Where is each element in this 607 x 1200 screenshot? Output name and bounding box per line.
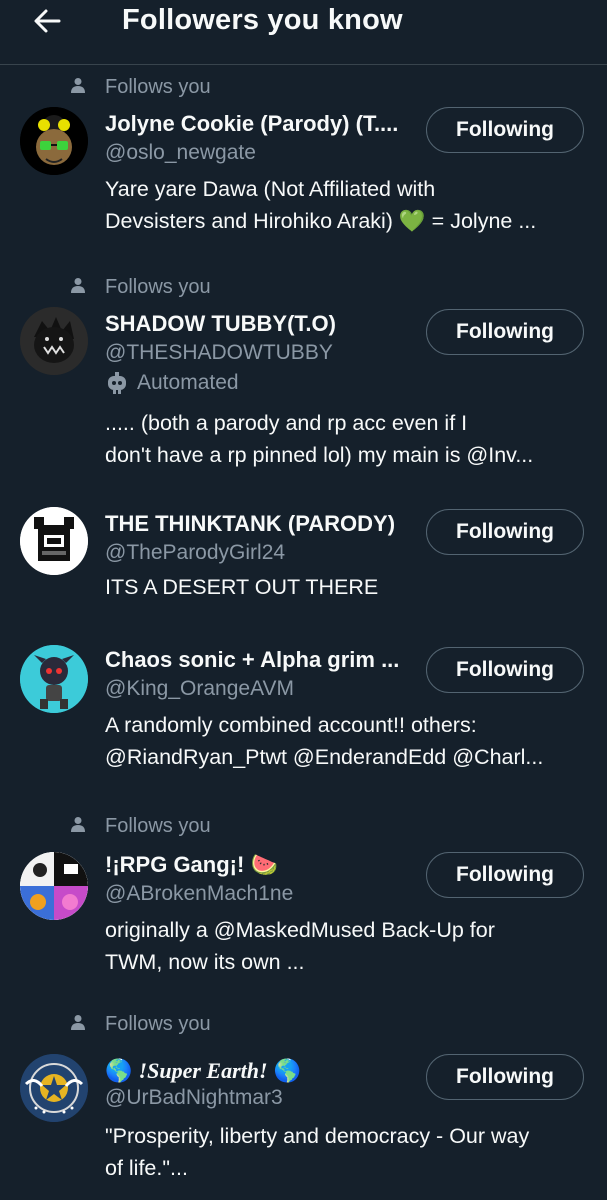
user-cell[interactable]: Follows you 🌎 !Super Earth! 🌎 @UrBadNigh… [0, 1002, 607, 1180]
username: @THESHADOWTUBBY [105, 341, 333, 364]
follows-you-row: Follows you [0, 265, 607, 298]
person-icon [71, 817, 85, 832]
display-name[interactable]: THE THINKTANK (PARODY) [105, 509, 417, 539]
robot-icon [108, 372, 126, 394]
person-icon [71, 1015, 85, 1030]
back-button[interactable] [30, 4, 64, 38]
user-cell[interactable]: Follows you !¡RPG Gang¡! 🍉 @ABrokenMach1… [0, 804, 607, 1002]
display-name-text: !Super Earth! [138, 1058, 268, 1083]
globe-icon: 🌎 [105, 1059, 133, 1084]
watermelon-icon: 🍉 [250, 853, 278, 878]
bio-line: ..... (both a parody and rp acc even if … [105, 411, 468, 435]
following-button[interactable]: Following [426, 1054, 584, 1100]
follows-you-label: Follows you [105, 276, 211, 298]
person-icon [71, 78, 85, 93]
bio: ..... (both a parody and rp acc even if … [105, 407, 587, 471]
page-title: Followers you know [122, 4, 403, 36]
automated-text: Automated [137, 371, 239, 394]
globe-icon: 🌎 [273, 1059, 302, 1084]
follows-you-label: Follows you [105, 815, 211, 837]
bio: A randomly combined account!! others: @R… [105, 709, 587, 773]
following-button[interactable]: Following [426, 647, 584, 693]
following-button[interactable]: Following [426, 852, 584, 898]
bio: originally a @MaskedMused Back-Up for TW… [105, 914, 587, 978]
avatar[interactable] [20, 852, 88, 920]
bio-line: "Prosperity, liberty and democracy - Our… [105, 1124, 530, 1148]
bio-line: don't have a rp pinned lol) my main is @… [105, 443, 534, 467]
username: @King_OrangeAVM [105, 677, 295, 700]
follows-you-label: Follows you [105, 1013, 211, 1035]
bio-line: ITS A DESERT OUT THERE [105, 575, 379, 599]
username: @oslo_newgate [105, 141, 256, 164]
bio: "Prosperity, liberty and democracy - Our… [105, 1120, 587, 1184]
top-bar: Followers you know [0, 0, 607, 65]
following-button[interactable]: Following [426, 309, 584, 355]
follows-you-label: Follows you [105, 76, 211, 98]
avatar[interactable] [20, 645, 88, 713]
user-cell[interactable]: Chaos sonic + Alpha grim ... @King_Orang… [0, 633, 607, 804]
user-cell[interactable]: THE THINKTANK (PARODY) @TheParodyGirl24 … [0, 495, 607, 633]
following-button[interactable]: Following [426, 107, 584, 153]
avatar[interactable] [20, 107, 88, 175]
display-name[interactable]: SHADOW TUBBY(T.O) [105, 309, 417, 339]
follows-you-row: Follows you [0, 1002, 607, 1035]
username: @TheParodyGirl24 [105, 541, 286, 564]
bio: Yare yare Dawa (Not Affiliated with Devs… [105, 173, 587, 237]
bio-line: of life."... [105, 1156, 188, 1180]
bio-line: Devsisters and Hirohiko Araki) 💚 = Jolyn… [105, 209, 537, 233]
automated-label: Automated [105, 369, 239, 397]
display-name[interactable]: 🌎 !Super Earth! 🌎 [105, 1056, 417, 1087]
display-name[interactable]: !¡RPG Gang¡! 🍉 [105, 850, 417, 881]
user-cell[interactable]: Follows you SHADOW TUBBY(T.O) @THESHADOW… [0, 265, 607, 495]
avatar[interactable] [20, 307, 88, 375]
avatar[interactable] [20, 1054, 88, 1122]
follows-you-row: Follows you [0, 804, 607, 837]
display-name-text: !¡RPG Gang¡! [105, 852, 245, 877]
bio-line: A randomly combined account!! others: [105, 713, 477, 737]
bio-line: TWM, now its own ... [105, 950, 305, 974]
avatar[interactable] [20, 507, 88, 575]
display-name[interactable]: Chaos sonic + Alpha grim ... [105, 645, 417, 675]
following-button[interactable]: Following [426, 509, 584, 555]
follows-you-row: Follows you [0, 65, 607, 98]
back-arrow-icon [34, 9, 61, 33]
bio-line: @RiandRyan_Ptwt @EnderandEdd @Charl... [105, 745, 544, 769]
username: @UrBadNightmar3 [105, 1086, 283, 1109]
user-cell[interactable]: Follows you Jolyne Cookie (Parody) (T...… [0, 65, 607, 265]
bio-line: Yare yare Dawa (Not Affiliated with [105, 177, 436, 201]
display-name[interactable]: Jolyne Cookie (Parody) (T.... [105, 109, 417, 139]
username: @ABrokenMach1ne [105, 882, 294, 905]
bio-line: originally a @MaskedMused Back-Up for [105, 918, 495, 942]
bio: ITS A DESERT OUT THERE [105, 571, 587, 603]
person-icon [71, 278, 85, 293]
